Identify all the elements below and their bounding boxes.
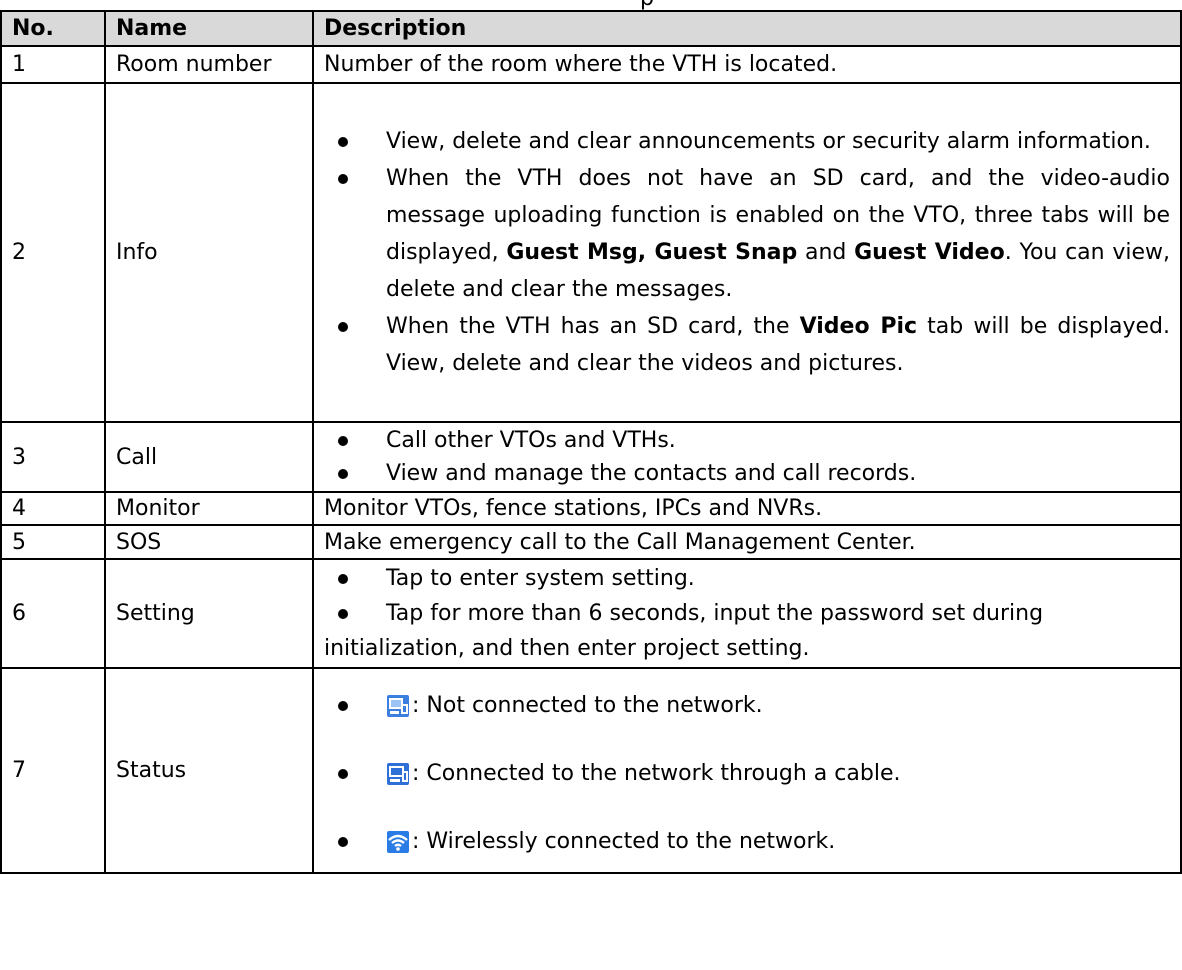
cell-name: Status: [104, 667, 314, 874]
cell-no: 5: [0, 524, 106, 560]
cell-no: 3: [0, 421, 106, 493]
bold-term: Guest Video: [854, 240, 1005, 265]
list-item-continuation: initialization, and then enter project s…: [324, 636, 810, 661]
header-description: Description: [312, 10, 1182, 47]
list-item: Tap for more than 6 seconds, input the p…: [314, 596, 1170, 631]
bullet-icon: [338, 768, 348, 779]
list-item: : Wirelessly connected to the network.: [324, 827, 1170, 857]
bullet-icon: [338, 436, 348, 446]
cell-name: SOS: [104, 524, 314, 560]
table-row: 4 Monitor Monitor VTOs, fence stations, …: [0, 491, 1182, 526]
cell-no: 6: [0, 558, 106, 669]
cell-name: Setting: [104, 558, 314, 669]
cell-description: : Not connected to the network. : Connec…: [312, 667, 1182, 874]
list-item: View, delete and clear announcements or …: [324, 123, 1170, 160]
list-item: : Connected to the network through a cab…: [324, 759, 1170, 789]
cell-no: 1: [0, 45, 106, 84]
list-item: When the VTH has an SD card, the Video P…: [324, 308, 1170, 382]
bullet-icon: [338, 700, 348, 711]
bullet-icon: [338, 609, 348, 619]
document-page: p No. Name Description 1 Room number Num…: [0, 0, 1182, 970]
table-row: 1 Room number Number of the room where t…: [0, 45, 1182, 84]
bold-term: Video Pic: [799, 314, 918, 339]
network-disconnected-icon: [387, 694, 409, 717]
bullet-icon: [338, 574, 348, 584]
table-row: 2 Info View, delete and clear announceme…: [0, 82, 1182, 423]
cut-off-caption: p: [0, 0, 1182, 10]
cell-description: Tap to enter system setting. Tap for mor…: [312, 558, 1182, 669]
list-item-text: When the VTH has an SD card, the Video P…: [386, 314, 1170, 376]
cell-name: Room number: [104, 45, 314, 84]
cell-description: Make emergency call to the Call Manageme…: [312, 524, 1182, 560]
table-row: 6 Setting Tap to enter system setting. T…: [0, 558, 1182, 669]
list-item-text: View, delete and clear announcements or …: [386, 129, 1151, 154]
list-item: When the VTH does not have an SD card, a…: [324, 160, 1170, 308]
table-row: 7 Status : Not connected to the network.: [0, 667, 1182, 874]
components-table: No. Name Description 1 Room number Numbe…: [0, 10, 1182, 874]
cell-description: View, delete and clear announcements or …: [312, 82, 1182, 423]
bold-term: Guest Msg, Guest Snap: [506, 240, 798, 265]
cell-description: Number of the room where the VTH is loca…: [312, 45, 1182, 84]
bullet-icon: [338, 469, 348, 479]
list-item-text: When the VTH does not have an SD card, a…: [386, 166, 1170, 302]
cell-description: Call other VTOs and VTHs. View and manag…: [312, 421, 1182, 493]
list-item: Call other VTOs and VTHs.: [324, 424, 1170, 457]
cell-name: Info: [104, 82, 314, 423]
cell-name: Call: [104, 421, 314, 493]
list-item: Tap to enter system setting.: [314, 561, 1170, 596]
bullet-icon: [338, 137, 348, 147]
cell-no: 4: [0, 491, 106, 526]
bullet-icon: [338, 174, 348, 184]
bullet-icon: [338, 322, 348, 332]
wifi-icon: [387, 830, 409, 853]
table-row: 5 SOS Make emergency call to the Call Ma…: [0, 524, 1182, 560]
header-name: Name: [104, 10, 314, 47]
cell-no: 2: [0, 82, 106, 423]
table-row: 3 Call Call other VTOs and VTHs. View an…: [0, 421, 1182, 493]
cell-description: Monitor VTOs, fence stations, IPCs and N…: [312, 491, 1182, 526]
list-item: : Not connected to the network.: [324, 691, 1170, 721]
bullet-icon: [338, 836, 348, 847]
network-cable-icon: [387, 762, 409, 785]
list-item: View and manage the contacts and call re…: [324, 457, 1170, 490]
cell-name: Monitor: [104, 491, 314, 526]
table-header-row: No. Name Description: [0, 10, 1182, 47]
header-no: No.: [0, 10, 106, 47]
caption-fragment: p: [640, 0, 654, 10]
cell-no: 7: [0, 667, 106, 874]
